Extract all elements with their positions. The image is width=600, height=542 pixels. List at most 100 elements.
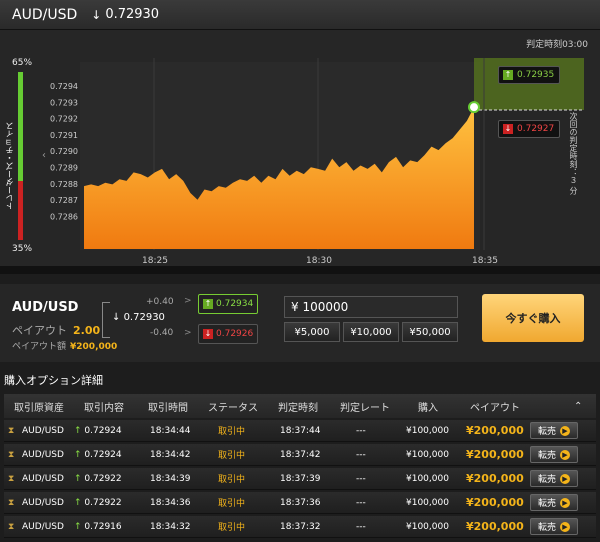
x-tick-label: 18:35 (472, 256, 498, 266)
row-payout: ¥200,000 (466, 520, 524, 533)
up-arrow-icon: ↑ (74, 521, 82, 532)
y-tick-label: 0.7291 (50, 131, 78, 140)
resell-button[interactable]: 転売 ▶ (530, 470, 578, 487)
traders-choice-gauge (18, 72, 23, 240)
play-icon: ▶ (560, 473, 570, 484)
low-price: 0.72926 (216, 329, 254, 339)
play-icon: ▶ (560, 497, 570, 508)
chart-panel: 18:25 18:30 18:35 0.7294 0.7293 0.7292 0.7291 0… (0, 30, 600, 274)
row-asset: AUD/USD (22, 521, 64, 532)
play-icon: ▶ (560, 425, 570, 436)
high-price: 0.72934 (216, 299, 254, 309)
row-content: ↑ 0.72924 (74, 426, 122, 436)
row-payout: ¥200,000 (466, 472, 524, 485)
strike-value: 0.72930 (123, 312, 165, 323)
row-content-value: 0.72924 (84, 425, 122, 436)
down-price-box: ↓ 0.72927 (498, 120, 560, 138)
row-buy: ¥100,000 (406, 425, 449, 436)
payout-amount-row: ペイアウト額 ¥200,000 (12, 339, 117, 352)
current-price-marker (468, 101, 480, 114)
row-payout: ¥200,000 (466, 496, 524, 509)
row-deadline: 18:37:39 (280, 473, 321, 484)
trading-app: AUD/USD ↓ 0.72930 18:25 18:30 18:35 0.7294 0… (0, 0, 600, 542)
y-tick-label: 0.7287 (50, 196, 78, 205)
chevron-right-icon: > (184, 328, 192, 338)
up-arrow-icon: ↑ (74, 497, 82, 508)
row-content-value: 0.72924 (84, 449, 122, 460)
row-content-value: 0.72922 (84, 497, 122, 508)
row-time: 18:34:42 (150, 449, 191, 460)
row-rate: --- (356, 521, 366, 532)
table-row: ⧗ AUD/USD ↑ 0.72916 18:34:32 取引中 18:37:32 --- ¥… (4, 516, 596, 538)
resell-button[interactable]: 転売 ▶ (530, 422, 578, 439)
col-time: 取引時間 (148, 402, 188, 414)
plus-offset: +0.40 (146, 297, 174, 307)
gauge-top-label: 65% (12, 58, 33, 68)
col-asset: 取引原資産 (14, 402, 64, 414)
row-asset: AUD/USD (22, 449, 64, 460)
row-deadline: 18:37:36 (280, 497, 321, 508)
row-time: 18:34:39 (150, 473, 191, 484)
header-bar: AUD/USD ↓ 0.72930 (0, 0, 600, 30)
payout-label: ペイアウト (12, 324, 67, 337)
payout-amount: ¥200,000 (70, 342, 118, 352)
row-rate: --- (356, 425, 366, 436)
resell-label: 転売 (537, 523, 556, 533)
options-title: 購入オプション詳細 (4, 374, 103, 387)
row-time: 18:34:44 (150, 425, 191, 436)
row-status: 取引中 (218, 451, 246, 461)
col-buy: 購入 (418, 402, 438, 414)
row-content: ↑ 0.72922 (74, 474, 122, 484)
gauge-high-fill (18, 72, 23, 182)
strike-bracket (102, 302, 110, 338)
row-buy: ¥100,000 (406, 449, 449, 460)
buy-now-button[interactable]: 今すぐ購入 (482, 294, 584, 342)
order-panel: AUD/USD ペイアウト 2.00 ペイアウト額 ¥200,000 ↓ 0.729… (0, 284, 600, 362)
resell-button[interactable]: 転売 ▶ (530, 518, 578, 535)
chevron-left-icon[interactable]: ‹ (42, 150, 46, 161)
col-status: ステータス (208, 402, 258, 414)
collapse-icon[interactable]: ⌃ (574, 401, 582, 412)
row-buy: ¥100,000 (406, 473, 449, 484)
table-row: ⧗ AUD/USD ↑ 0.72924 18:34:44 取引中 18:37:44 --- ¥… (4, 420, 596, 442)
resell-button[interactable]: 転売 ▶ (530, 494, 578, 511)
row-content-value: 0.72916 (84, 521, 122, 532)
high-button[interactable]: ↑ 0.72934 (198, 294, 258, 314)
row-asset: AUD/USD (22, 425, 64, 436)
deadline-label: 判定時刻03:00 (526, 40, 588, 50)
axis-strip (0, 266, 600, 274)
table-row: ⧗ AUD/USD ↑ 0.72922 18:34:36 取引中 18:37:36 --- ¥… (4, 492, 596, 514)
play-icon: ▶ (560, 449, 570, 460)
quick-amount-50000-button[interactable]: ¥50,000 (402, 322, 458, 342)
row-rate: --- (356, 473, 366, 484)
row-buy: ¥100,000 (406, 521, 449, 532)
resell-button[interactable]: 転売 ▶ (530, 446, 578, 463)
row-rate: --- (356, 497, 366, 508)
down-arrow-icon: ↓ (203, 329, 213, 339)
table-row: ⧗ AUD/USD ↑ 0.72922 18:34:39 取引中 18:37:39 --- ¥… (4, 468, 596, 490)
amount-input[interactable] (284, 296, 458, 318)
y-tick-label: 0.7286 (50, 212, 78, 221)
row-asset: AUD/USD (22, 473, 64, 484)
quick-amount-10000-button[interactable]: ¥10,000 (343, 322, 399, 342)
hourglass-icon: ⧗ (8, 521, 15, 532)
resell-label: 転売 (537, 451, 556, 461)
hourglass-icon: ⧗ (8, 497, 15, 508)
up-arrow-icon: ↑ (503, 70, 513, 80)
x-tick-label: 18:25 (142, 256, 168, 266)
up-arrow-icon: ↑ (203, 299, 213, 309)
col-rate: 判定レート (340, 402, 390, 414)
down-arrow-icon: ↓ (503, 124, 513, 134)
row-buy: ¥100,000 (406, 497, 449, 508)
hourglass-icon: ⧗ (8, 473, 15, 484)
col-deadline: 判定時刻 (278, 402, 318, 414)
gauge-bottom-label: 35% (12, 244, 33, 254)
resell-label: 転売 (537, 427, 556, 437)
y-tick-label: 0.7290 (50, 147, 78, 156)
low-button[interactable]: ↓ 0.72926 (198, 324, 258, 344)
chevron-right-icon: > (184, 296, 192, 306)
quick-amount-5000-button[interactable]: ¥5,000 (284, 322, 340, 342)
y-tick-label: 0.7289 (50, 164, 78, 173)
x-tick-label: 18:30 (306, 256, 332, 266)
col-content: 取引内容 (84, 402, 124, 414)
